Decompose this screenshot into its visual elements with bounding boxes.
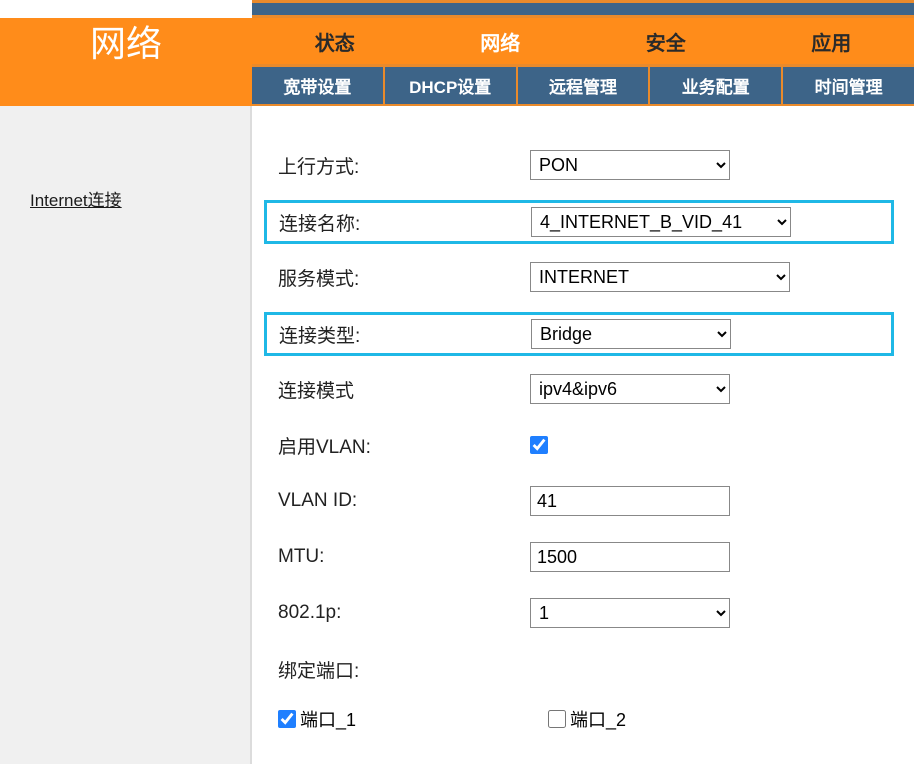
mainnav-app[interactable]: 应用 <box>749 18 914 64</box>
service-mode-select[interactable]: INTERNET <box>530 262 790 292</box>
port2-checkbox[interactable] <box>548 710 566 728</box>
port1-label: 端口_1 <box>300 706 356 732</box>
content-panel: 上行方式: PON 连接名称: 4_INTERNET_B_VID_41 服务模式… <box>252 106 914 764</box>
mainnav-security[interactable]: 安全 <box>583 18 749 64</box>
conn-name-select[interactable]: 4_INTERNET_B_VID_41 <box>531 207 791 237</box>
mtu-input[interactable] <box>530 542 730 572</box>
vlan-enable-label: 启用VLAN: <box>278 432 530 459</box>
port1-checkbox[interactable] <box>278 710 296 728</box>
vlan-id-input[interactable] <box>530 486 730 516</box>
subnav-dhcp[interactable]: DHCP设置 <box>385 67 518 104</box>
title-spacer <box>0 64 252 106</box>
top-accent-bar <box>252 0 914 18</box>
mainnav-status[interactable]: 状态 <box>252 18 418 64</box>
bind-port-label: 绑定端口: <box>278 656 530 683</box>
service-mode-label: 服务模式: <box>278 264 530 291</box>
sidebar-item-internet[interactable]: Internet连接 <box>30 191 122 210</box>
8021p-label: 802.1p: <box>278 602 530 624</box>
page-title: 网络 <box>0 18 252 64</box>
vlan-id-label: VLAN ID: <box>278 490 530 512</box>
conn-type-label: 连接类型: <box>279 321 531 348</box>
port2-label: 端口_2 <box>570 706 626 732</box>
conn-mode-select[interactable]: ipv4&ipv6 <box>530 374 730 404</box>
mtu-label: MTU: <box>278 546 530 568</box>
subnav-time[interactable]: 时间管理 <box>783 67 914 104</box>
main-nav: 状态 网络 安全 应用 <box>252 18 914 64</box>
uplink-select[interactable]: PON <box>530 150 730 180</box>
subnav-remote[interactable]: 远程管理 <box>518 67 651 104</box>
mainnav-network[interactable]: 网络 <box>418 18 584 64</box>
conn-name-label: 连接名称: <box>279 209 531 236</box>
conn-type-select[interactable]: Bridge <box>531 319 731 349</box>
sub-nav: 宽带设置 DHCP设置 远程管理 业务配置 时间管理 <box>252 64 914 106</box>
subnav-broadband[interactable]: 宽带设置 <box>252 67 385 104</box>
vlan-enable-checkbox[interactable] <box>530 436 548 454</box>
8021p-select[interactable]: 1 <box>530 598 730 628</box>
uplink-label: 上行方式: <box>278 152 530 179</box>
subnav-service[interactable]: 业务配置 <box>650 67 783 104</box>
sidebar: Internet连接 <box>0 106 252 764</box>
conn-mode-label: 连接模式 <box>278 376 530 403</box>
